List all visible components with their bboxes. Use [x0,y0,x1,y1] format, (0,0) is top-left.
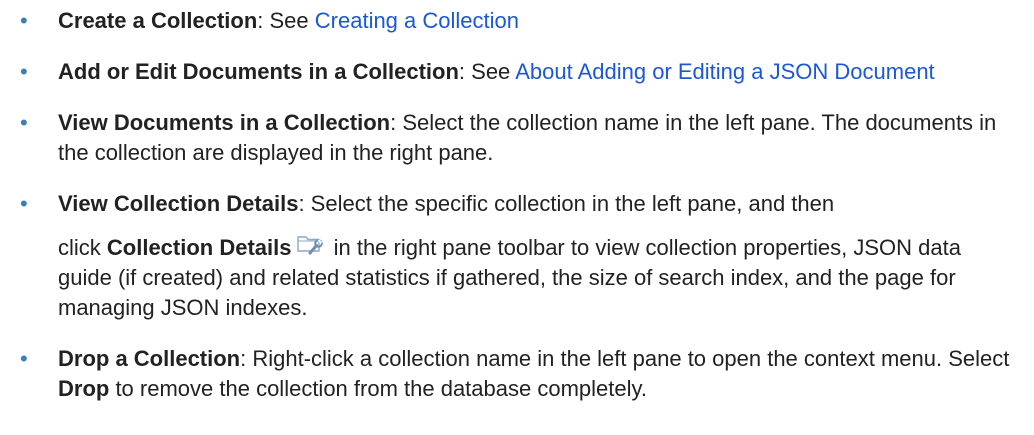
item-separator: : See [458,59,516,84]
bullet: • [20,110,28,135]
item-term: View Documents in a Collection [58,110,391,135]
list-item-add-edit-documents: • Add or Edit Documents in a Collection:… [0,57,1034,87]
list-item-view-documents: • View Documents in a Collection: Select… [0,108,1034,168]
collection-details-icon [295,231,325,257]
bullet: • [20,59,28,84]
bullet: • [20,8,28,33]
item-term: Drop a Collection [58,346,241,371]
bullet: • [20,191,28,216]
collection-details-term: Collection Details [106,235,292,260]
link-creating-collection[interactable]: Creating a Collection [315,8,519,33]
drop-term: Drop [58,376,110,401]
item-text: : Select the specific collection in the … [298,191,835,216]
item-term: Create a Collection [58,8,258,33]
feature-list: • Create a Collection: See Creating a Co… [0,0,1034,404]
list-item-create-collection: • Create a Collection: See Creating a Co… [0,6,1034,36]
item-text: click [58,235,107,260]
list-item-view-collection-details: • View Collection Details: Select the sp… [0,189,1034,323]
item-text: to remove the collection from the databa… [109,376,647,401]
list-item-drop-collection: • Drop a Collection: Right-click a colle… [0,344,1034,404]
item-text: : Right-click a collection name in the l… [240,346,1010,371]
item-term: Add or Edit Documents in a Collection [58,59,459,84]
link-about-adding-editing-json[interactable]: About Adding or Editing a JSON Document [515,59,934,84]
item-term: View Collection Details [58,191,299,216]
bullet: • [20,346,28,371]
details-second-line: click Collection Details [58,233,291,263]
item-separator: : See [257,8,315,33]
